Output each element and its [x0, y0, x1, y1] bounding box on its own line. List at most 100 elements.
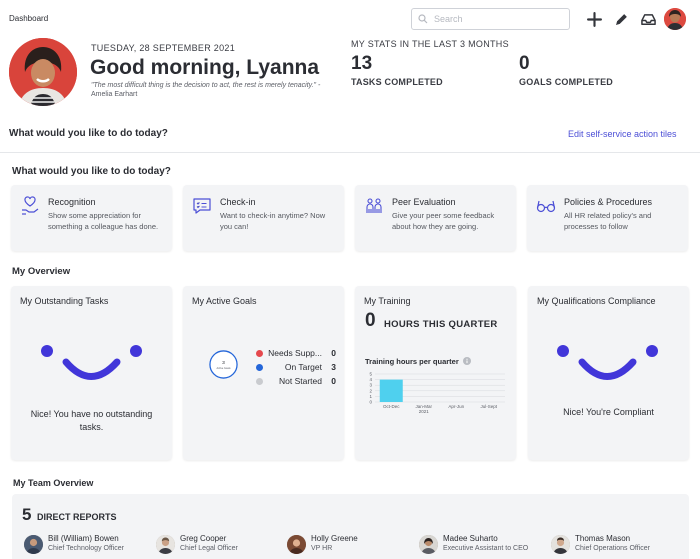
- goal-status-row: Needs Supp... 0: [256, 348, 336, 359]
- card-qualifications-compliance[interactable]: My Qualifications Compliance Nice! You'r…: [528, 286, 689, 460]
- edit-pencil-icon: [615, 13, 627, 25]
- tile-peer-evaluation[interactable]: Peer Evaluation Give your peer some feed…: [355, 185, 516, 251]
- chat-checklist-icon: [193, 198, 211, 214]
- member-role: Chief Legal Officer: [180, 545, 238, 552]
- tile-policies-procedures[interactable]: Policies & Procedures All HR related pol…: [527, 185, 688, 251]
- member-role: VP HR: [311, 545, 333, 552]
- avatar: [287, 535, 306, 554]
- y-tick-label: 0: [369, 400, 372, 405]
- avatar: [551, 535, 570, 554]
- tile-check-in[interactable]: Check-in Want to check-in anytime? Now y…: [183, 185, 344, 251]
- tile-title: Recognition: [48, 197, 96, 207]
- training-hours-label: HOURS THIS QUARTER: [384, 319, 498, 330]
- avatar: [24, 535, 43, 554]
- status-dot: [256, 378, 263, 385]
- avatar: [156, 535, 175, 554]
- card-active-goals[interactable]: My Active Goals 3 Active Goals Needs Sup…: [183, 286, 344, 460]
- card-title: My Training: [364, 296, 411, 306]
- member-name: Holly Greene: [311, 534, 358, 543]
- tile-description: Give your peer some feedback about how t…: [392, 211, 495, 231]
- tile-title: Peer Evaluation: [392, 197, 456, 207]
- card-title: My Active Goals: [192, 296, 257, 306]
- tile-title: Check-in: [220, 197, 256, 207]
- team-card: 5 DIRECT REPORTS Bill (William) Bowen Ch…: [12, 494, 689, 559]
- goal-status-label: Needs Supp...: [268, 348, 322, 358]
- search-input[interactable]: [434, 14, 564, 24]
- search-box[interactable]: [411, 8, 570, 30]
- status-dot: [256, 350, 263, 357]
- y-tick-label: 5: [369, 372, 372, 377]
- goals-completed-value: 0: [519, 53, 530, 74]
- card-training[interactable]: My Training 0 HOURS THIS QUARTER Trainin…: [355, 286, 516, 460]
- tasks-completed-value: 13: [351, 53, 373, 74]
- user-avatar-image: [664, 8, 686, 30]
- info-icon[interactable]: [462, 357, 471, 365]
- tile-description: All HR related policy's and processes to…: [564, 211, 652, 231]
- status-dot: [256, 364, 263, 371]
- member-name: Madee Suharto: [443, 534, 498, 543]
- add-icon: [586, 11, 602, 27]
- tasks-message: Nice! You have no outstanding tasks.: [30, 409, 153, 432]
- direct-reports-count: 5: [22, 505, 32, 524]
- goal-status-row: On Target 3: [256, 362, 336, 373]
- x-tick-label: Jul-Sept: [480, 404, 497, 409]
- tile-title: Policies & Procedures: [564, 197, 653, 207]
- quote-author: Amelia Earhart: [91, 91, 138, 98]
- goal-status-row: Not Started 0: [256, 376, 336, 387]
- user-avatar[interactable]: [664, 8, 686, 30]
- chart-title: Training hours per quarter: [365, 357, 471, 366]
- x-tick-label: Jan-Mar 2021: [415, 404, 432, 414]
- actions-heading-top: What would you like to do today?: [9, 128, 168, 139]
- profile-photo: [9, 38, 77, 106]
- stats-title: MY STATS IN THE LAST 3 MONTHS: [351, 39, 509, 49]
- training-hours-value: 0: [365, 310, 376, 331]
- member-role: Executive Assistant to CEO: [443, 545, 529, 552]
- edit-button[interactable]: [611, 9, 631, 29]
- card-title: My Qualifications Compliance: [537, 296, 656, 306]
- smile-icon: [557, 345, 658, 380]
- member-name: Greg Cooper: [180, 534, 227, 543]
- tile-description: Show some appreciation for something a c…: [48, 211, 159, 231]
- goal-status-value: 0: [331, 348, 336, 358]
- y-tick-label: 3: [369, 383, 372, 388]
- ring-label: Active Goals: [216, 367, 231, 370]
- quote-text: "The most difficult thing is the decisio…: [91, 82, 321, 89]
- inbox-icon: [640, 13, 656, 25]
- add-button[interactable]: [584, 9, 604, 29]
- training-bar-chart: 012345 Oct-Dec Jan-Mar 2021 Apr-Jun Jul-Sept: [369, 372, 505, 414]
- goals-completed-label: GOALS COMPLETED: [519, 77, 614, 87]
- member-role: Chief Operations Officer: [575, 545, 650, 552]
- card-outstanding-tasks[interactable]: My Outstanding Tasks Nice! You have no o…: [11, 286, 172, 460]
- y-tick-label: 1: [369, 394, 372, 399]
- goal-status-label: Not Started: [279, 376, 322, 386]
- current-date: TUESDAY, 28 SEPTEMBER 2021: [91, 43, 236, 53]
- x-tick-label: Apr-Jun: [448, 404, 464, 409]
- tile-recognition[interactable]: Recognition Show some appreciation for s…: [11, 185, 172, 251]
- member-role: Chief Technology Officer: [48, 545, 125, 552]
- tasks-completed-label: TASKS COMPLETED: [351, 77, 443, 87]
- compliance-message: Nice! You're Compliant: [563, 407, 654, 417]
- x-tick-label: Oct-Dec: [383, 404, 400, 409]
- chart-bar: [379, 379, 403, 402]
- team-title: My Team Overview: [13, 478, 94, 488]
- member-name: Bill (William) Bowen: [48, 534, 119, 543]
- direct-reports-label: DIRECT REPORTS: [37, 512, 117, 522]
- ring-value: 3: [222, 360, 225, 366]
- member-name: Thomas Mason: [575, 534, 631, 543]
- edit-action-tiles-link[interactable]: Edit self-service action tiles: [568, 129, 677, 139]
- card-title: My Outstanding Tasks: [20, 296, 109, 306]
- chart-title-text: Training hours per quarter: [365, 357, 459, 366]
- overview-title: My Overview: [12, 266, 71, 277]
- people-icon: [366, 198, 382, 213]
- avatar: [419, 535, 438, 554]
- tile-description: Want to check-in anytime? Now you can!: [220, 211, 326, 231]
- hand-heart-icon: [22, 196, 39, 215]
- goals-ring-chart: 3 Active Goals: [209, 350, 238, 379]
- goal-status-value: 0: [331, 376, 336, 386]
- goal-status-label: On Target: [284, 362, 322, 372]
- actions-heading: What would you like to do today?: [12, 166, 171, 177]
- smile-icon: [41, 345, 142, 380]
- y-tick-label: 4: [369, 377, 372, 382]
- breadcrumb[interactable]: Dashboard: [9, 14, 48, 23]
- inbox-button[interactable]: [638, 9, 658, 29]
